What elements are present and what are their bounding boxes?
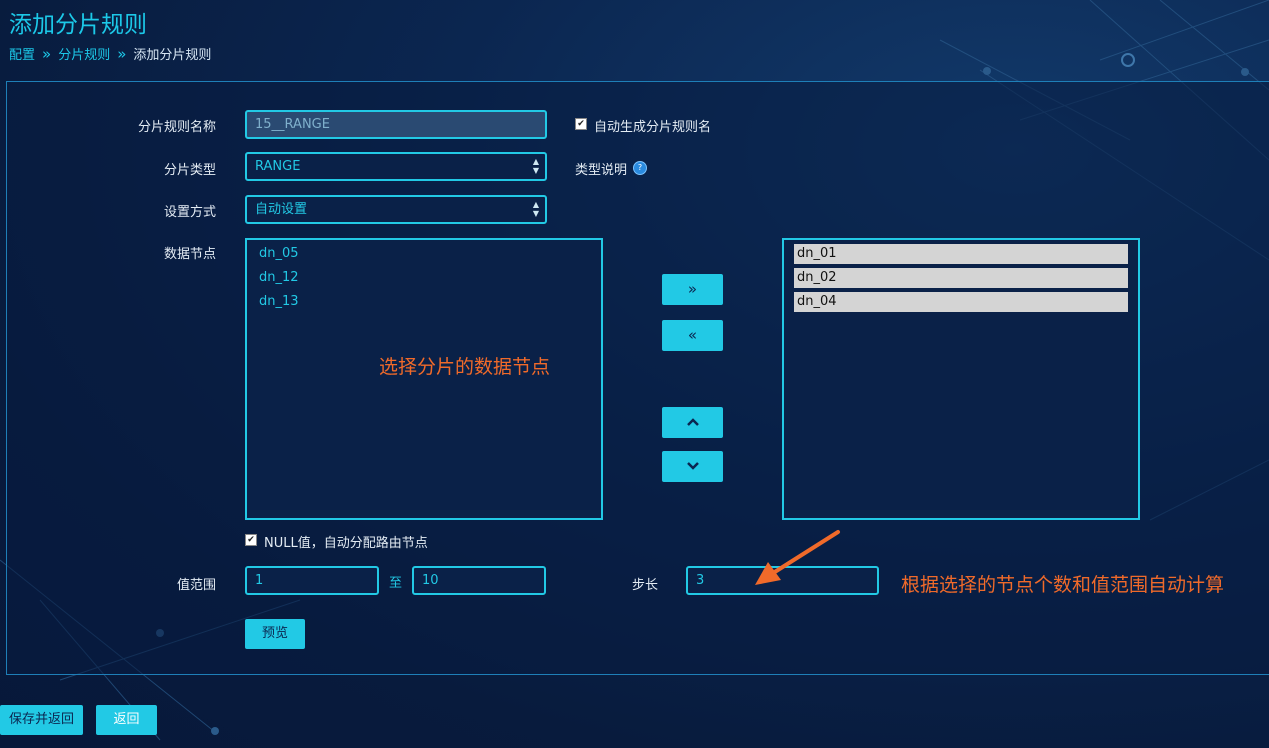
rule-name-label: 分片规则名称	[137, 120, 216, 135]
available-nodes-list[interactable]: dn_05 dn_12 dn_13	[245, 238, 603, 520]
shard-type-value: RANGE	[255, 159, 301, 174]
step-label: 步长	[631, 578, 658, 593]
step-input[interactable]	[686, 566, 879, 595]
setting-mode-select[interactable]: 自动设置 ▲ ▼	[245, 195, 547, 224]
rule-name-input[interactable]	[245, 110, 547, 139]
move-down-button[interactable]	[662, 451, 723, 482]
chevron-up-icon	[686, 418, 699, 426]
list-item[interactable]: dn_12	[247, 266, 601, 290]
move-up-button[interactable]	[662, 407, 723, 438]
annotation-auto-calc: 根据选择的节点个数和值范围自动计算	[901, 574, 1225, 596]
double-chevron-left-icon: «	[687, 326, 698, 344]
breadcrumb-current: 添加分片规则	[133, 48, 212, 63]
save-and-return-button[interactable]: 保存并返回	[0, 705, 83, 735]
setting-mode-value: 自动设置	[255, 202, 308, 217]
data-nodes-label: 数据节点	[163, 247, 216, 262]
select-arrows-icon: ▲ ▼	[532, 200, 539, 218]
null-value-label: NULL值，自动分配路由节点	[264, 536, 428, 551]
auto-name-checkbox[interactable]: ✔	[575, 118, 587, 130]
question-icon[interactable]: ?	[633, 161, 647, 175]
list-item[interactable]: dn_01	[794, 244, 1128, 264]
null-value-checkbox[interactable]: ✔	[245, 534, 257, 546]
breadcrumb-shard-rules[interactable]: 分片规则	[58, 44, 110, 63]
remove-all-button[interactable]: «	[662, 320, 723, 351]
double-chevron-right-icon: »	[687, 280, 698, 298]
auto-name-label: 自动生成分片规则名	[594, 120, 712, 135]
range-to-input[interactable]	[412, 566, 546, 595]
chevron-down-icon	[686, 462, 699, 470]
range-to-label: 至	[389, 576, 403, 591]
breadcrumb-config[interactable]: 配置	[9, 44, 35, 63]
page-title: 添加分片规则	[9, 12, 147, 38]
preview-button[interactable]: 预览	[245, 619, 305, 649]
breadcrumb-separator-icon: »	[42, 44, 52, 63]
shard-type-label: 分片类型	[163, 163, 216, 178]
selected-nodes-list[interactable]: dn_01 dn_02 dn_04	[782, 238, 1140, 520]
list-item[interactable]: dn_04	[794, 292, 1128, 312]
list-item[interactable]: dn_13	[247, 290, 601, 314]
select-arrows-icon: ▲ ▼	[532, 157, 539, 175]
type-desc-label: 类型说明	[575, 163, 628, 178]
breadcrumb-separator-icon: »	[117, 44, 127, 63]
list-item[interactable]: dn_05	[247, 242, 601, 266]
add-all-button[interactable]: »	[662, 274, 723, 305]
back-button[interactable]: 返回	[96, 705, 157, 735]
breadcrumb: 配置 » 分片规则 » 添加分片规则	[9, 44, 212, 64]
annotation-select-nodes: 选择分片的数据节点	[379, 356, 551, 378]
range-from-input[interactable]	[245, 566, 379, 595]
list-item[interactable]: dn_02	[794, 268, 1128, 288]
setting-mode-label: 设置方式	[163, 205, 216, 220]
value-range-label: 值范围	[176, 578, 216, 593]
shard-type-select[interactable]: RANGE ▲ ▼	[245, 152, 547, 181]
